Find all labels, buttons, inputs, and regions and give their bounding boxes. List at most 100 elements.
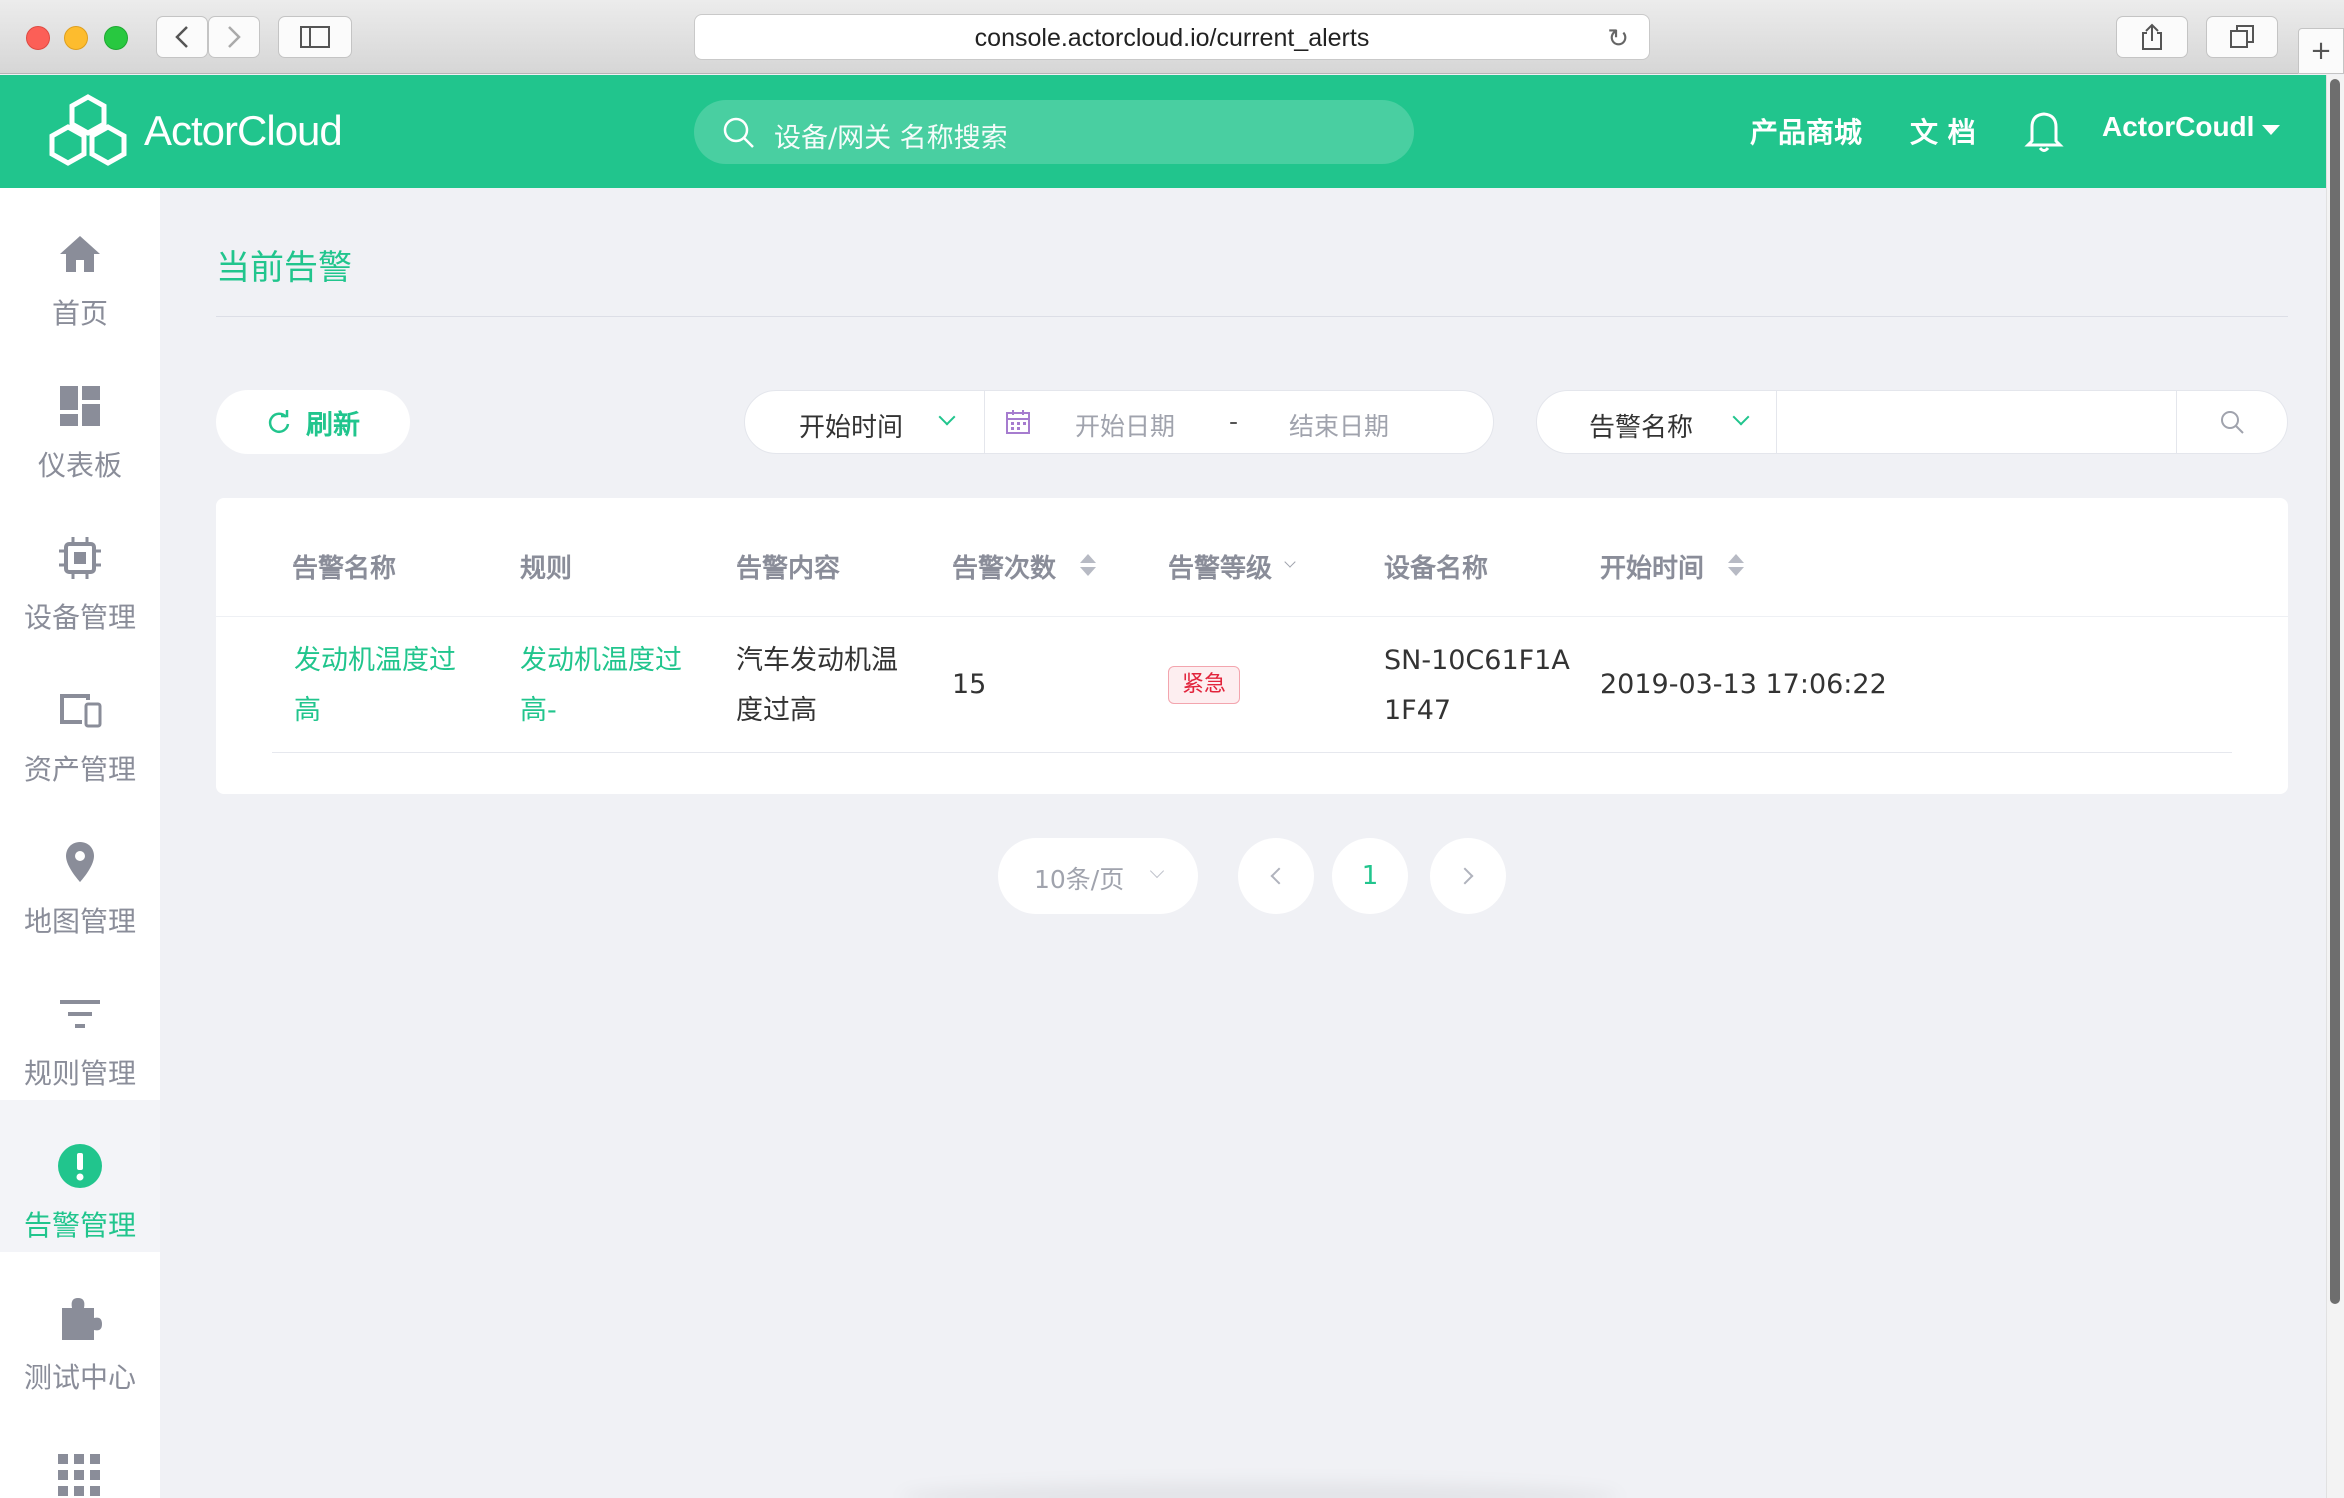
calendar-icon <box>1006 410 1030 434</box>
column-header-start-time[interactable]: 开始时间 <box>1600 548 1704 585</box>
nav-docs[interactable]: 文 档 <box>1910 111 1976 151</box>
sidebar-item-home[interactable]: 首页 <box>0 188 160 340</box>
alert-icon <box>58 1144 102 1188</box>
plus-icon: + <box>2310 36 2332 66</box>
alert-name-filter: 告警名称 <box>1536 390 2288 454</box>
sidebar-item-alerts[interactable]: 告警管理 <box>0 1100 160 1252</box>
share-icon <box>2142 23 2162 50</box>
start-time: 2019-03-13 17:06:22 <box>1600 669 1887 700</box>
time-field-select[interactable]: 开始时间 <box>745 391 985 453</box>
sidebar-item-label: 测试中心 <box>23 1361 136 1394</box>
sidebar-item-label: 告警管理 <box>23 1209 136 1242</box>
sidebar-item-test-center[interactable]: 测试中心 <box>0 1252 160 1404</box>
sidebar-item-devices[interactable]: 设备管理 <box>0 492 160 644</box>
next-page-button[interactable] <box>1430 838 1506 914</box>
page-size-value: 10条/页 <box>1034 865 1125 894</box>
logo-hexagons-icon <box>49 94 127 166</box>
sidebar-item-map[interactable]: 地图管理 <box>0 796 160 948</box>
user-menu[interactable]: ActorCoudl <box>2102 111 2254 143</box>
share-button[interactable] <box>2116 16 2188 58</box>
sidebar-item-label: 首页 <box>51 297 108 330</box>
chip-icon <box>59 537 101 579</box>
sidebar-item-dashboard[interactable]: 仪表板 <box>0 340 160 492</box>
puzzle-icon <box>62 1298 102 1340</box>
chevron-down-icon <box>938 408 956 426</box>
new-tab-button[interactable]: + <box>2298 28 2344 74</box>
search-icon <box>723 117 754 148</box>
page-scrollbar[interactable] <box>2326 75 2344 1498</box>
column-header-count[interactable]: 告警次数 <box>952 548 1056 585</box>
column-header-content: 告警内容 <box>736 554 841 584</box>
refresh-icon <box>268 410 290 433</box>
column-header-alert-name: 告警名称 <box>292 554 397 584</box>
sidebar-item-assets[interactable]: 资产管理 <box>0 644 160 796</box>
logo-text: ActorCloud <box>144 107 343 154</box>
filter-search-button[interactable] <box>2177 391 2287 453</box>
forward-button[interactable] <box>208 16 260 58</box>
refresh-button[interactable]: 刷新 <box>216 390 410 454</box>
sidebar-toggle-button[interactable] <box>278 16 352 58</box>
start-date-input[interactable]: 开始日期 <box>1075 407 1175 443</box>
alerts-table: 告警名称 规则 告警内容 告警次数 告警等级 设备名称 开始时间 发动机温度过高… <box>216 498 2288 794</box>
logo[interactable]: ActorCloud <box>38 93 343 169</box>
reload-icon[interactable]: ↻ <box>1607 15 1629 61</box>
chevron-down-icon <box>1732 408 1750 426</box>
bottom-shadow <box>900 1482 1620 1498</box>
chevron-left-icon <box>1270 867 1288 885</box>
chevron-right-icon <box>228 26 241 48</box>
sort-icon[interactable] <box>1726 554 1744 578</box>
filter-icon <box>60 1000 100 1028</box>
search-field-select[interactable]: 告警名称 <box>1537 391 1777 453</box>
tabs-icon <box>2230 25 2254 48</box>
sidebar: 首页 仪表板 设备管理 资产管理 地图管理 规则管理 告警管理 测试中心 <box>0 188 160 1498</box>
address-url: console.actorcloud.io/current_alerts <box>974 24 1370 52</box>
column-header-rule: 规则 <box>520 554 573 584</box>
filter-chevron-icon[interactable] <box>1284 556 1296 568</box>
page-size-select[interactable]: 10条/页 <box>998 838 1198 914</box>
refresh-label: 刷新 <box>306 409 360 441</box>
page-title: 当前告警 <box>216 248 352 288</box>
alert-name-link[interactable]: 发动机温度过高 <box>294 636 456 736</box>
header-divider <box>216 616 2288 617</box>
address-bar[interactable]: console.actorcloud.io/current_alerts ↻ <box>694 14 1650 60</box>
sidebar-item-label: 规则管理 <box>23 1057 136 1090</box>
back-button[interactable] <box>156 16 208 58</box>
page-number-button[interactable]: 1 <box>1332 838 1408 914</box>
alert-content: 汽车发动机温 度过高 <box>736 645 898 726</box>
zoom-window-button[interactable] <box>104 26 128 50</box>
end-date-input[interactable]: 结束日期 <box>1289 407 1389 443</box>
search-field-value: 告警名称 <box>1589 413 1694 443</box>
alert-name-input[interactable] <box>1777 391 2177 453</box>
close-window-button[interactable] <box>26 26 50 50</box>
sidebar-item-rules[interactable]: 规则管理 <box>0 948 160 1100</box>
tabs-button[interactable] <box>2206 16 2278 58</box>
devices-icon <box>60 694 102 728</box>
app-header: ActorCloud 设备/网关 名称搜索 产品商城 文 档 ActorCoud… <box>0 75 2326 188</box>
minimize-window-button[interactable] <box>64 26 88 50</box>
date-range-filter: 开始时间 开始日期 - 结束日期 <box>744 390 1494 454</box>
sidebar-item-label: 地图管理 <box>23 905 136 938</box>
row-divider <box>272 752 2232 753</box>
sidebar-item-label: 仪表板 <box>37 449 122 482</box>
column-header-level[interactable]: 告警等级 <box>1168 548 1272 585</box>
caret-down-icon[interactable] <box>2262 125 2280 135</box>
chevron-down-icon <box>1149 863 1165 879</box>
grid-menu-icon[interactable] <box>58 1454 100 1498</box>
scrollbar-thumb[interactable] <box>2330 79 2340 1304</box>
search-placeholder: 设备/网关 名称搜索 <box>774 123 1008 154</box>
global-search-box[interactable]: 设备/网关 名称搜索 <box>694 100 1414 164</box>
sidebar-icon <box>300 26 330 48</box>
sort-icon[interactable] <box>1078 554 1096 578</box>
device-name: SN-10C61F1A 1F47 <box>1384 645 1570 726</box>
nav-product-store[interactable]: 产品商城 <box>1750 111 1862 151</box>
prev-page-button[interactable] <box>1238 838 1314 914</box>
time-field-value: 开始时间 <box>799 413 904 443</box>
sidebar-item-label: 设备管理 <box>23 601 136 634</box>
bell-icon[interactable] <box>2022 105 2066 155</box>
browser-toolbar: console.actorcloud.io/current_alerts ↻ + <box>0 0 2344 74</box>
dashboard-icon <box>60 386 100 426</box>
rule-link[interactable]: 发动机温度过 高- <box>520 636 682 736</box>
alert-count: 15 <box>952 669 987 700</box>
chevron-right-icon <box>1456 867 1474 885</box>
title-divider <box>216 316 2288 317</box>
